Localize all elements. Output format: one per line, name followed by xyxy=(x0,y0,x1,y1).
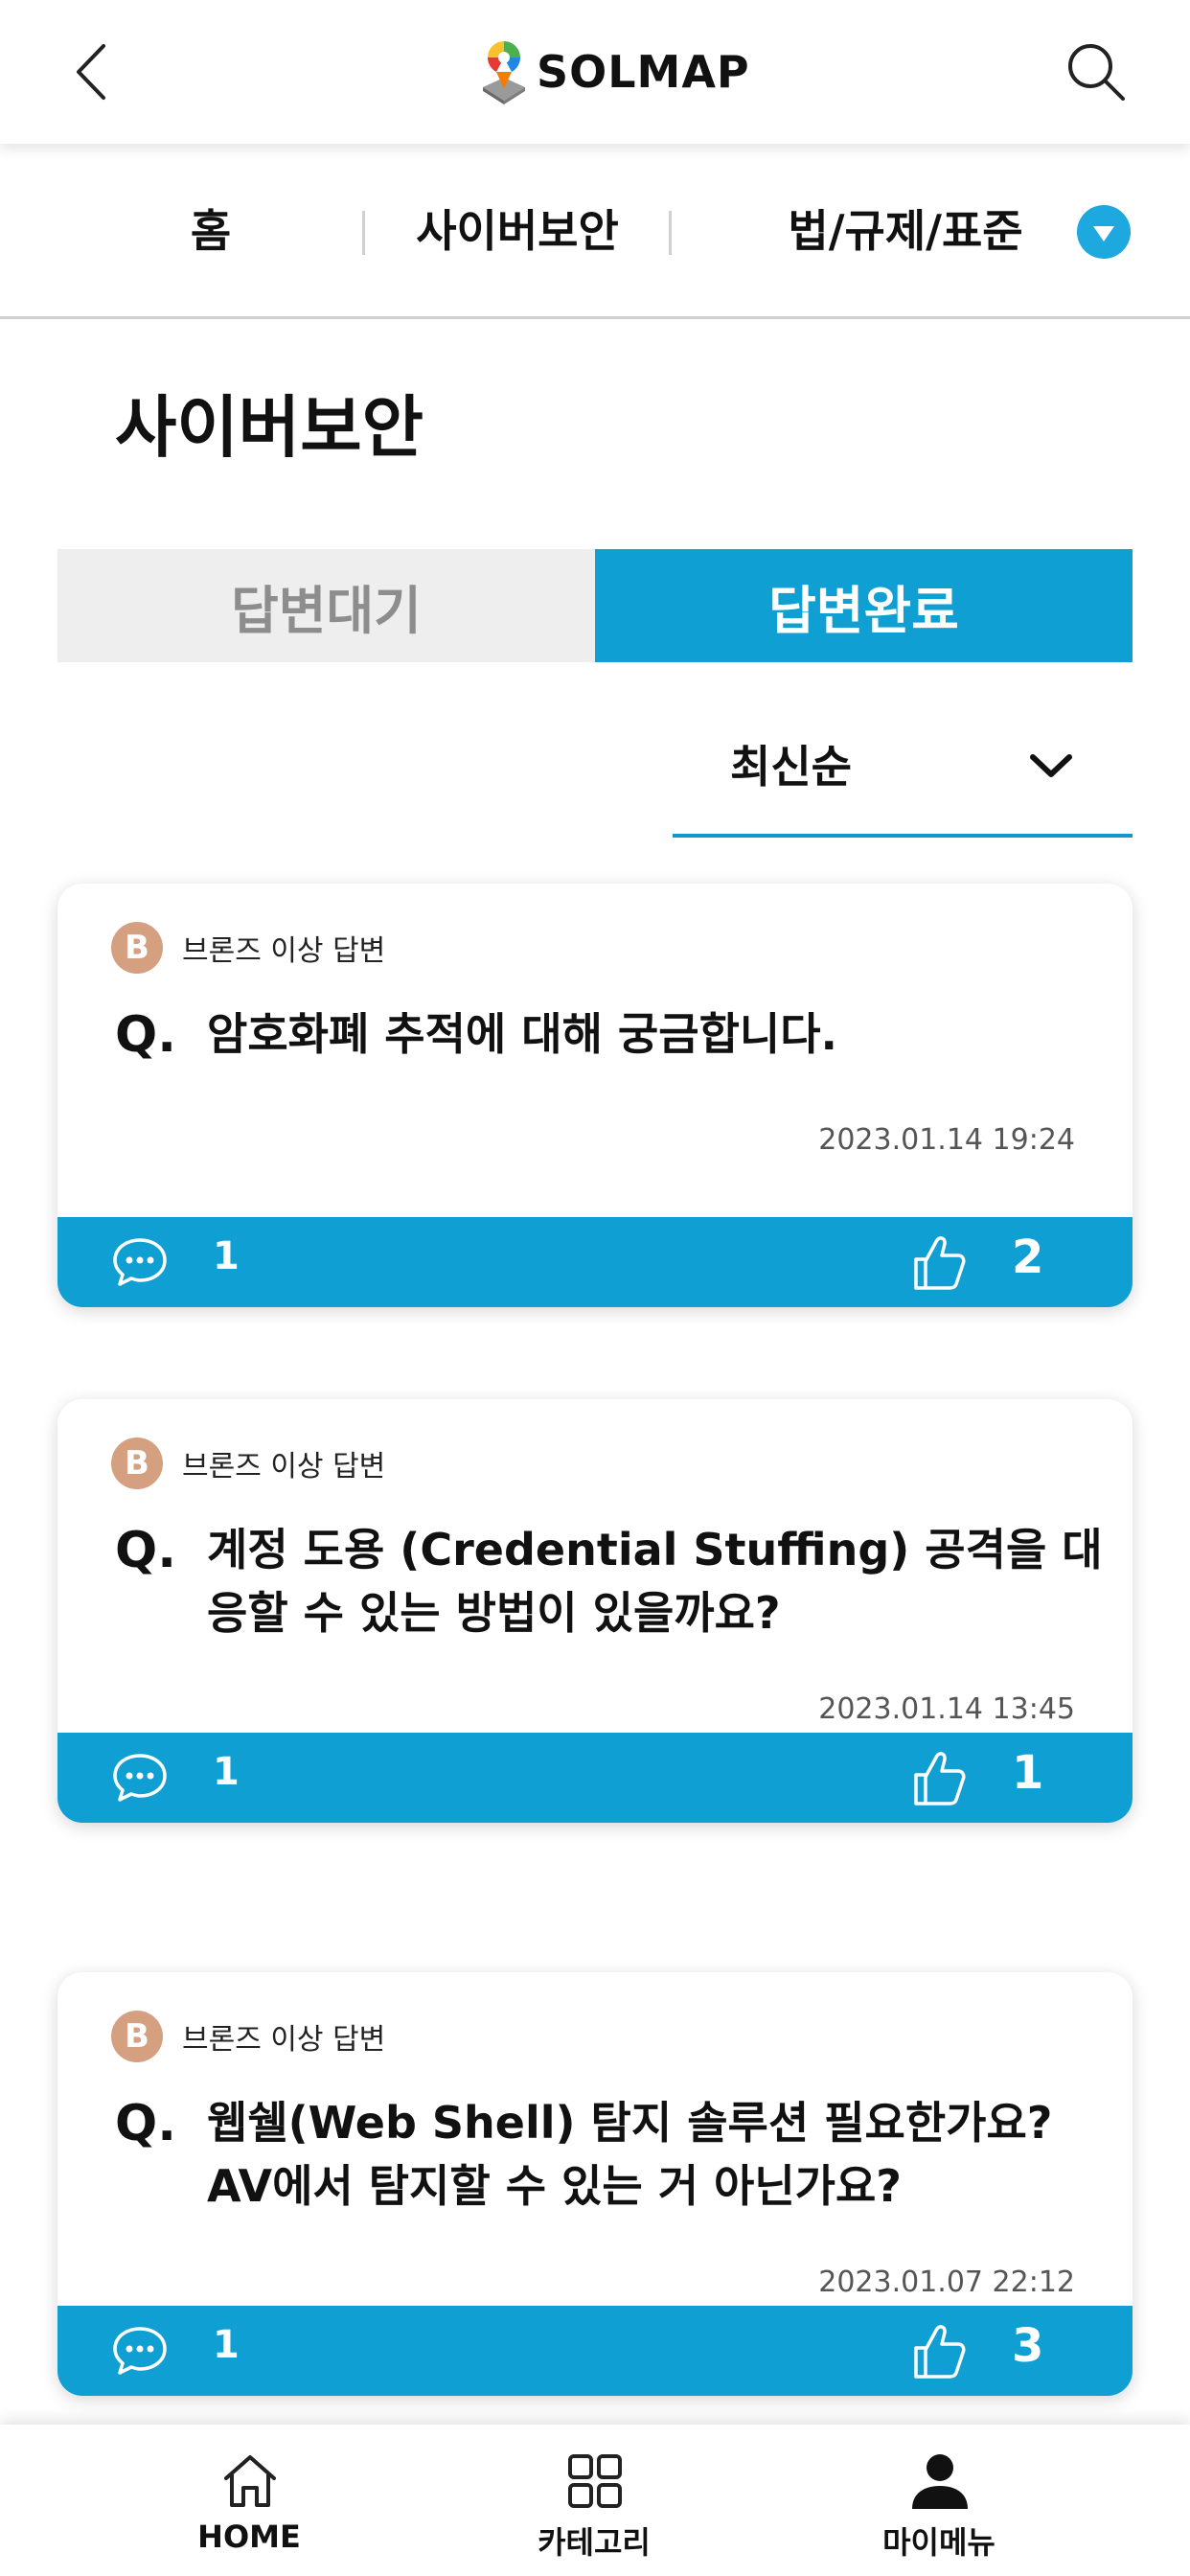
badge-row: B 브론즈 이상 답변 xyxy=(111,922,385,974)
category-divider xyxy=(669,211,672,255)
question-date: 2023.01.14 13:45 xyxy=(818,1692,1075,1726)
home-icon xyxy=(224,2455,276,2507)
like-count: 1 xyxy=(1012,1746,1044,1800)
bottom-nav: HOME 카테고리 마이메뉴 xyxy=(0,2425,1190,2576)
category-tab-home[interactable]: 홈 xyxy=(115,144,307,319)
question-card[interactable]: B 브론즈 이상 답변 Q. 웹쉘(Web Shell) 탐지 솔루션 필요한가… xyxy=(57,1972,1133,2396)
back-button[interactable] xyxy=(59,34,126,109)
thumbs-up-icon[interactable] xyxy=(910,2321,968,2380)
thumbs-up-icon[interactable] xyxy=(910,1232,968,1292)
category-expand-button[interactable] xyxy=(1077,205,1131,259)
search-icon xyxy=(1068,44,1125,101)
question-title[interactable]: 웹쉘(Web Shell) 탐지 솔루션 필요한가요? AV에서 탐지할 수 있… xyxy=(207,2091,1108,2218)
comment-icon[interactable] xyxy=(111,2325,169,2377)
comment-count: 1 xyxy=(213,1234,240,1278)
question-card[interactable]: B 브론즈 이상 답변 Q. 계정 도용 (Credential Stuffin… xyxy=(57,1399,1133,1823)
bronze-badge: B xyxy=(111,922,163,974)
sort-selected-label: 최신순 xyxy=(730,741,852,793)
bronze-badge: B xyxy=(111,1438,163,1489)
comment-icon[interactable] xyxy=(111,1752,169,1804)
page-title: 사이버보안 xyxy=(115,388,423,467)
like-count: 3 xyxy=(1012,2319,1044,2373)
bronze-badge: B xyxy=(111,2011,163,2062)
bottom-nav-category[interactable]: 카테고리 xyxy=(479,2425,709,2576)
thumbs-up-icon[interactable] xyxy=(910,1748,968,1807)
bottom-nav-label: 카테고리 xyxy=(538,2524,651,2561)
tab-awaiting-answer[interactable]: 답변대기 xyxy=(57,549,595,662)
question-prefix: Q. xyxy=(115,1006,176,1064)
question-prefix: Q. xyxy=(115,2095,176,2152)
question-prefix: Q. xyxy=(115,1522,176,1579)
logo-mark-icon xyxy=(483,41,525,104)
badge-label: 브론즈 이상 답변 xyxy=(182,2023,386,2057)
card-footer: 1 2 xyxy=(57,1217,1133,1307)
user-icon xyxy=(912,2454,968,2509)
category-tab-cybersecurity[interactable]: 사이버보안 xyxy=(388,144,647,319)
card-footer: 1 1 xyxy=(57,1733,1133,1823)
badge-row: B 브론즈 이상 답변 xyxy=(111,1438,385,1489)
badge-row: B 브론즈 이상 답변 xyxy=(111,2011,385,2062)
answer-status-tabs: 답변대기 답변완료 xyxy=(57,549,1133,662)
badge-label: 브론즈 이상 답변 xyxy=(182,1450,386,1484)
badge-label: 브론즈 이상 답변 xyxy=(182,934,386,968)
chevron-left-icon xyxy=(77,44,105,100)
tab-answered[interactable]: 답변완료 xyxy=(595,549,1133,662)
comment-count: 1 xyxy=(213,2323,240,2367)
category-nav: 홈 사이버보안 법/규제/표준 xyxy=(0,144,1190,319)
sort-dropdown[interactable]: 최신순 xyxy=(673,709,1133,838)
category-divider xyxy=(362,211,365,255)
bottom-nav-label: 마이메뉴 xyxy=(882,2524,995,2561)
card-footer: 1 3 xyxy=(57,2306,1133,2396)
chevron-down-icon xyxy=(1030,754,1072,777)
app-logo[interactable]: SOLMAP xyxy=(479,34,750,109)
question-card[interactable]: B 브론즈 이상 답변 Q. 암호화폐 추적에 대해 궁금합니다. 2023.0… xyxy=(57,884,1133,1307)
category-tab-law[interactable]: 법/규제/표준 xyxy=(757,144,1054,319)
app-header: SOLMAP xyxy=(0,0,1190,144)
bottom-nav-label: HOME xyxy=(197,2518,301,2555)
question-title[interactable]: 계정 도용 (Credential Stuffing) 공격을 대응할 수 있는… xyxy=(207,1518,1108,1644)
triangle-down-icon xyxy=(1093,226,1114,242)
search-button[interactable] xyxy=(1062,34,1131,109)
page: SOLMAP 홈 사이버보안 법/규제/표준 사이버보안 답변대기 답변완료 최… xyxy=(0,0,1190,2576)
grid-icon xyxy=(568,2454,622,2508)
like-count: 2 xyxy=(1012,1230,1044,1284)
comment-count: 1 xyxy=(213,1750,240,1794)
comment-icon[interactable] xyxy=(111,1236,169,1288)
question-date: 2023.01.07 22:12 xyxy=(818,2266,1075,2299)
question-date: 2023.01.14 19:24 xyxy=(818,1123,1075,1157)
bottom-nav-home[interactable]: HOME xyxy=(134,2425,364,2576)
question-title[interactable]: 암호화폐 추적에 대해 궁금합니다. xyxy=(207,1002,1108,1066)
logo-text: SOLMAP xyxy=(537,46,750,98)
bottom-nav-mymenu[interactable]: 마이메뉴 xyxy=(824,2425,1054,2576)
